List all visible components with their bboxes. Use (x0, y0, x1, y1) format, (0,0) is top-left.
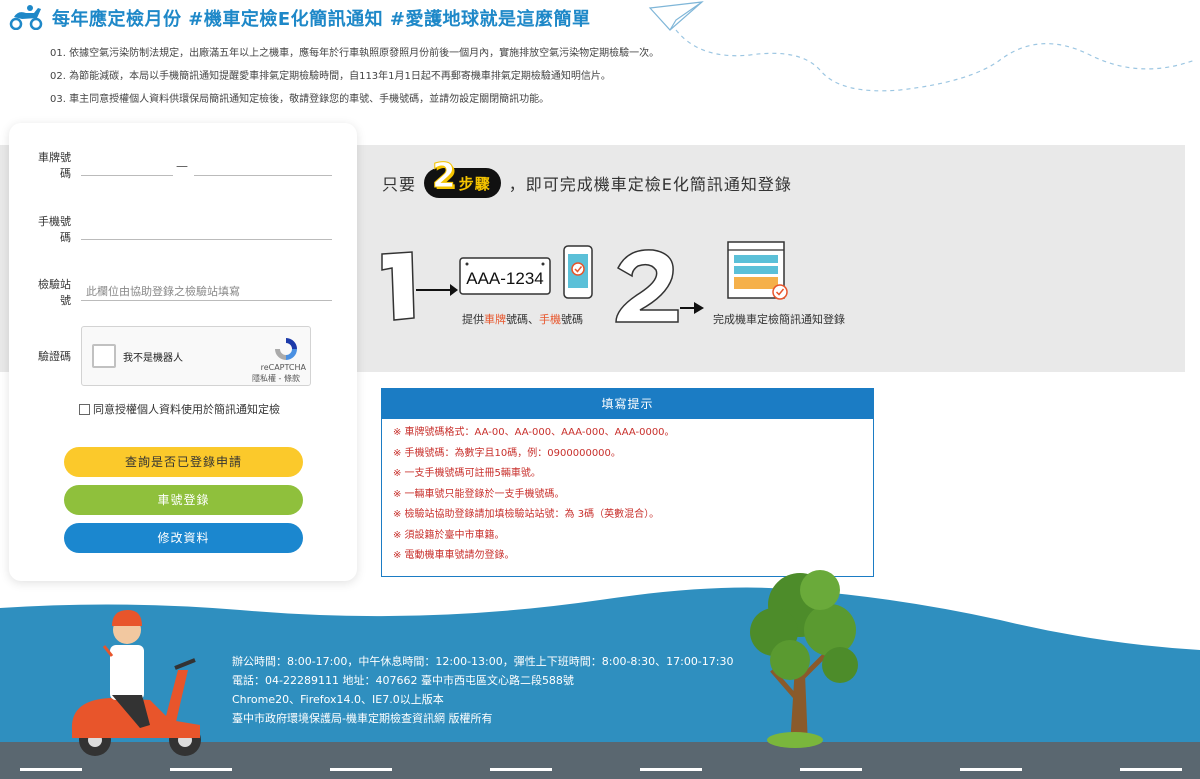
phone-input[interactable] (81, 238, 332, 240)
road-marking (330, 768, 392, 771)
plate-label: 車牌號碼 (38, 151, 71, 180)
copyright: 臺中市政府環境保護局-機車定期檢查資訊網 版權所有 (232, 712, 493, 725)
plate-sample-text: AAA-1234 (466, 269, 544, 288)
agree-label: 同意授權個人資料使用於簡訊通知定檢 (93, 403, 280, 416)
paper-plane-icon (648, 1, 1196, 92)
road-marking (490, 768, 552, 771)
recaptcha-links[interactable]: 隱私權 - 條款 (252, 373, 300, 384)
recaptcha-logo-icon (275, 338, 297, 360)
caption-highlight: 手機 (539, 313, 561, 326)
page-title: 每年應定檢月份 #機車定檢E化簡訊通知 #愛護地球就是這麼簡單 (52, 9, 591, 30)
steps-number: 2 (432, 156, 457, 197)
steps-prefix: 只要 (382, 175, 417, 194)
caption-text: 提供 (462, 313, 484, 326)
steps-headline: 只要 2 步驟 ，即可完成機車定檢E化簡訊通知登錄 (382, 156, 792, 198)
note-item: 02. 為節能減碳，本局以手機簡訊通知提醒愛車排氣定期檢驗時間，自113年1月1… (50, 71, 611, 82)
caption-highlight: 車牌 (484, 313, 506, 326)
modify-button[interactable]: 修改資料 (64, 523, 303, 553)
plate-dash: — (176, 159, 188, 173)
plate-prefix-input[interactable] (81, 174, 173, 176)
tip-item: ※ 檢驗站協助登錄請加填檢驗站站號：為 3碼（英數混合）。 (393, 509, 660, 520)
station-input[interactable] (81, 299, 332, 301)
recaptcha-widget: 我不是機器人 reCAPTCHA 隱私權 - 條款 (81, 326, 311, 386)
recaptcha-brand: reCAPTCHA (260, 363, 306, 372)
road-marking (1120, 768, 1182, 771)
register-button[interactable]: 車號登錄 (64, 485, 303, 515)
caption-text: 號碼 (561, 313, 583, 326)
tip-item: ※ 一支手機號碼可註冊5輛車號。 (393, 468, 541, 479)
query-button[interactable]: 查詢是否已登錄申請 (64, 447, 303, 477)
contact-info: 電話：04-22289111 地址：407662 臺中市西屯區文心路二段588號 (232, 674, 574, 687)
tip-item: ※ 手機號碼：為數字且10碼，例：0900000000。 (393, 447, 621, 459)
tip-item: ※ 車牌號碼格式：AA-00、AA-000、AAA-000、AAA-0000。 (393, 427, 675, 438)
notes-list: 01. 依據空氣污染防制法規定，出廠滿五年以上之機車，應每年於行車執照原發照月份… (50, 42, 659, 111)
tips-list: ※ 車牌號碼格式：AA-00、AA-000、AAA-000、AAA-0000。 … (382, 419, 873, 567)
road-marking (20, 768, 82, 771)
recaptcha-checkbox[interactable] (92, 344, 116, 368)
caption-text: 號碼、 (506, 313, 539, 326)
road-marking (800, 768, 862, 771)
arrow-head-icon (450, 284, 458, 296)
browser-support: Chrome20、Firefox14.0、IE7.0以上版本 (232, 693, 444, 706)
step-two-caption: 完成機車定檢簡訊通知登錄 (713, 313, 845, 326)
road-marking (960, 768, 1022, 771)
tips-title: 填寫提示 (382, 389, 873, 419)
recaptcha-text: 我不是機器人 (123, 353, 183, 364)
plate-suffix-input[interactable] (194, 174, 332, 176)
footer-info: 辦公時間：8:00-17:00，中午休息時間：12:00-13:00，彈性上下班… (232, 652, 733, 728)
station-label: 檢驗站號 (38, 278, 71, 307)
tip-item: ※ 須設籍於臺中市車籍。 (393, 529, 505, 541)
steps-word: 步驟 (458, 174, 491, 193)
agree-checkbox-row[interactable]: 同意授權個人資料使用於簡訊通知定檢 (79, 401, 280, 417)
arrow-head-icon (694, 302, 704, 314)
step-two-numeral (615, 249, 679, 323)
office-hours: 辦公時間：8:00-17:00，中午休息時間：12:00-13:00，彈性上下班… (232, 655, 734, 668)
steps-suffix: ，即可完成機車定檢E化簡訊通知登錄 (508, 175, 792, 194)
captcha-label: 驗證碼 (38, 350, 71, 363)
road-marking (640, 768, 702, 771)
station-input-placeholder: 此欄位由協助登錄之檢驗站填寫 (86, 285, 240, 298)
agree-checkbox[interactable] (79, 403, 90, 415)
road-marking (170, 768, 232, 771)
header: 每年應定檢月份 #機車定檢E化簡訊通知 #愛護地球就是這麼簡單 01. 依據空氣… (0, 0, 1200, 120)
note-item: 01. 依據空氣污染防制法規定，出廠滿五年以上之機車，應每年於行車執照原發照月份… (50, 48, 660, 59)
step-one-caption: 提供車牌號碼、手機號碼 (462, 311, 583, 327)
tip-item: ※ 一輛車號只能登錄於一支手機號碼。 (393, 488, 565, 500)
tips-panel: 填寫提示 ※ 車牌號碼格式：AA-00、AA-000、AAA-000、AAA-0… (381, 388, 874, 577)
scooter-logo-icon (9, 5, 43, 30)
steps-badge: 2 步驟 (424, 156, 501, 198)
step-one-numeral (381, 251, 415, 321)
note-item: 03. 車主同意授權個人資料供環保局簡訊通知定檢後，敬請登錄您的車號、手機號碼，… (50, 94, 550, 105)
phone-label: 手機號碼 (38, 215, 71, 244)
registration-form: 車牌號碼 — 手機號碼 檢驗站號 此欄位由協助登錄之檢驗站填寫 驗證碼 我不是機… (9, 123, 357, 581)
